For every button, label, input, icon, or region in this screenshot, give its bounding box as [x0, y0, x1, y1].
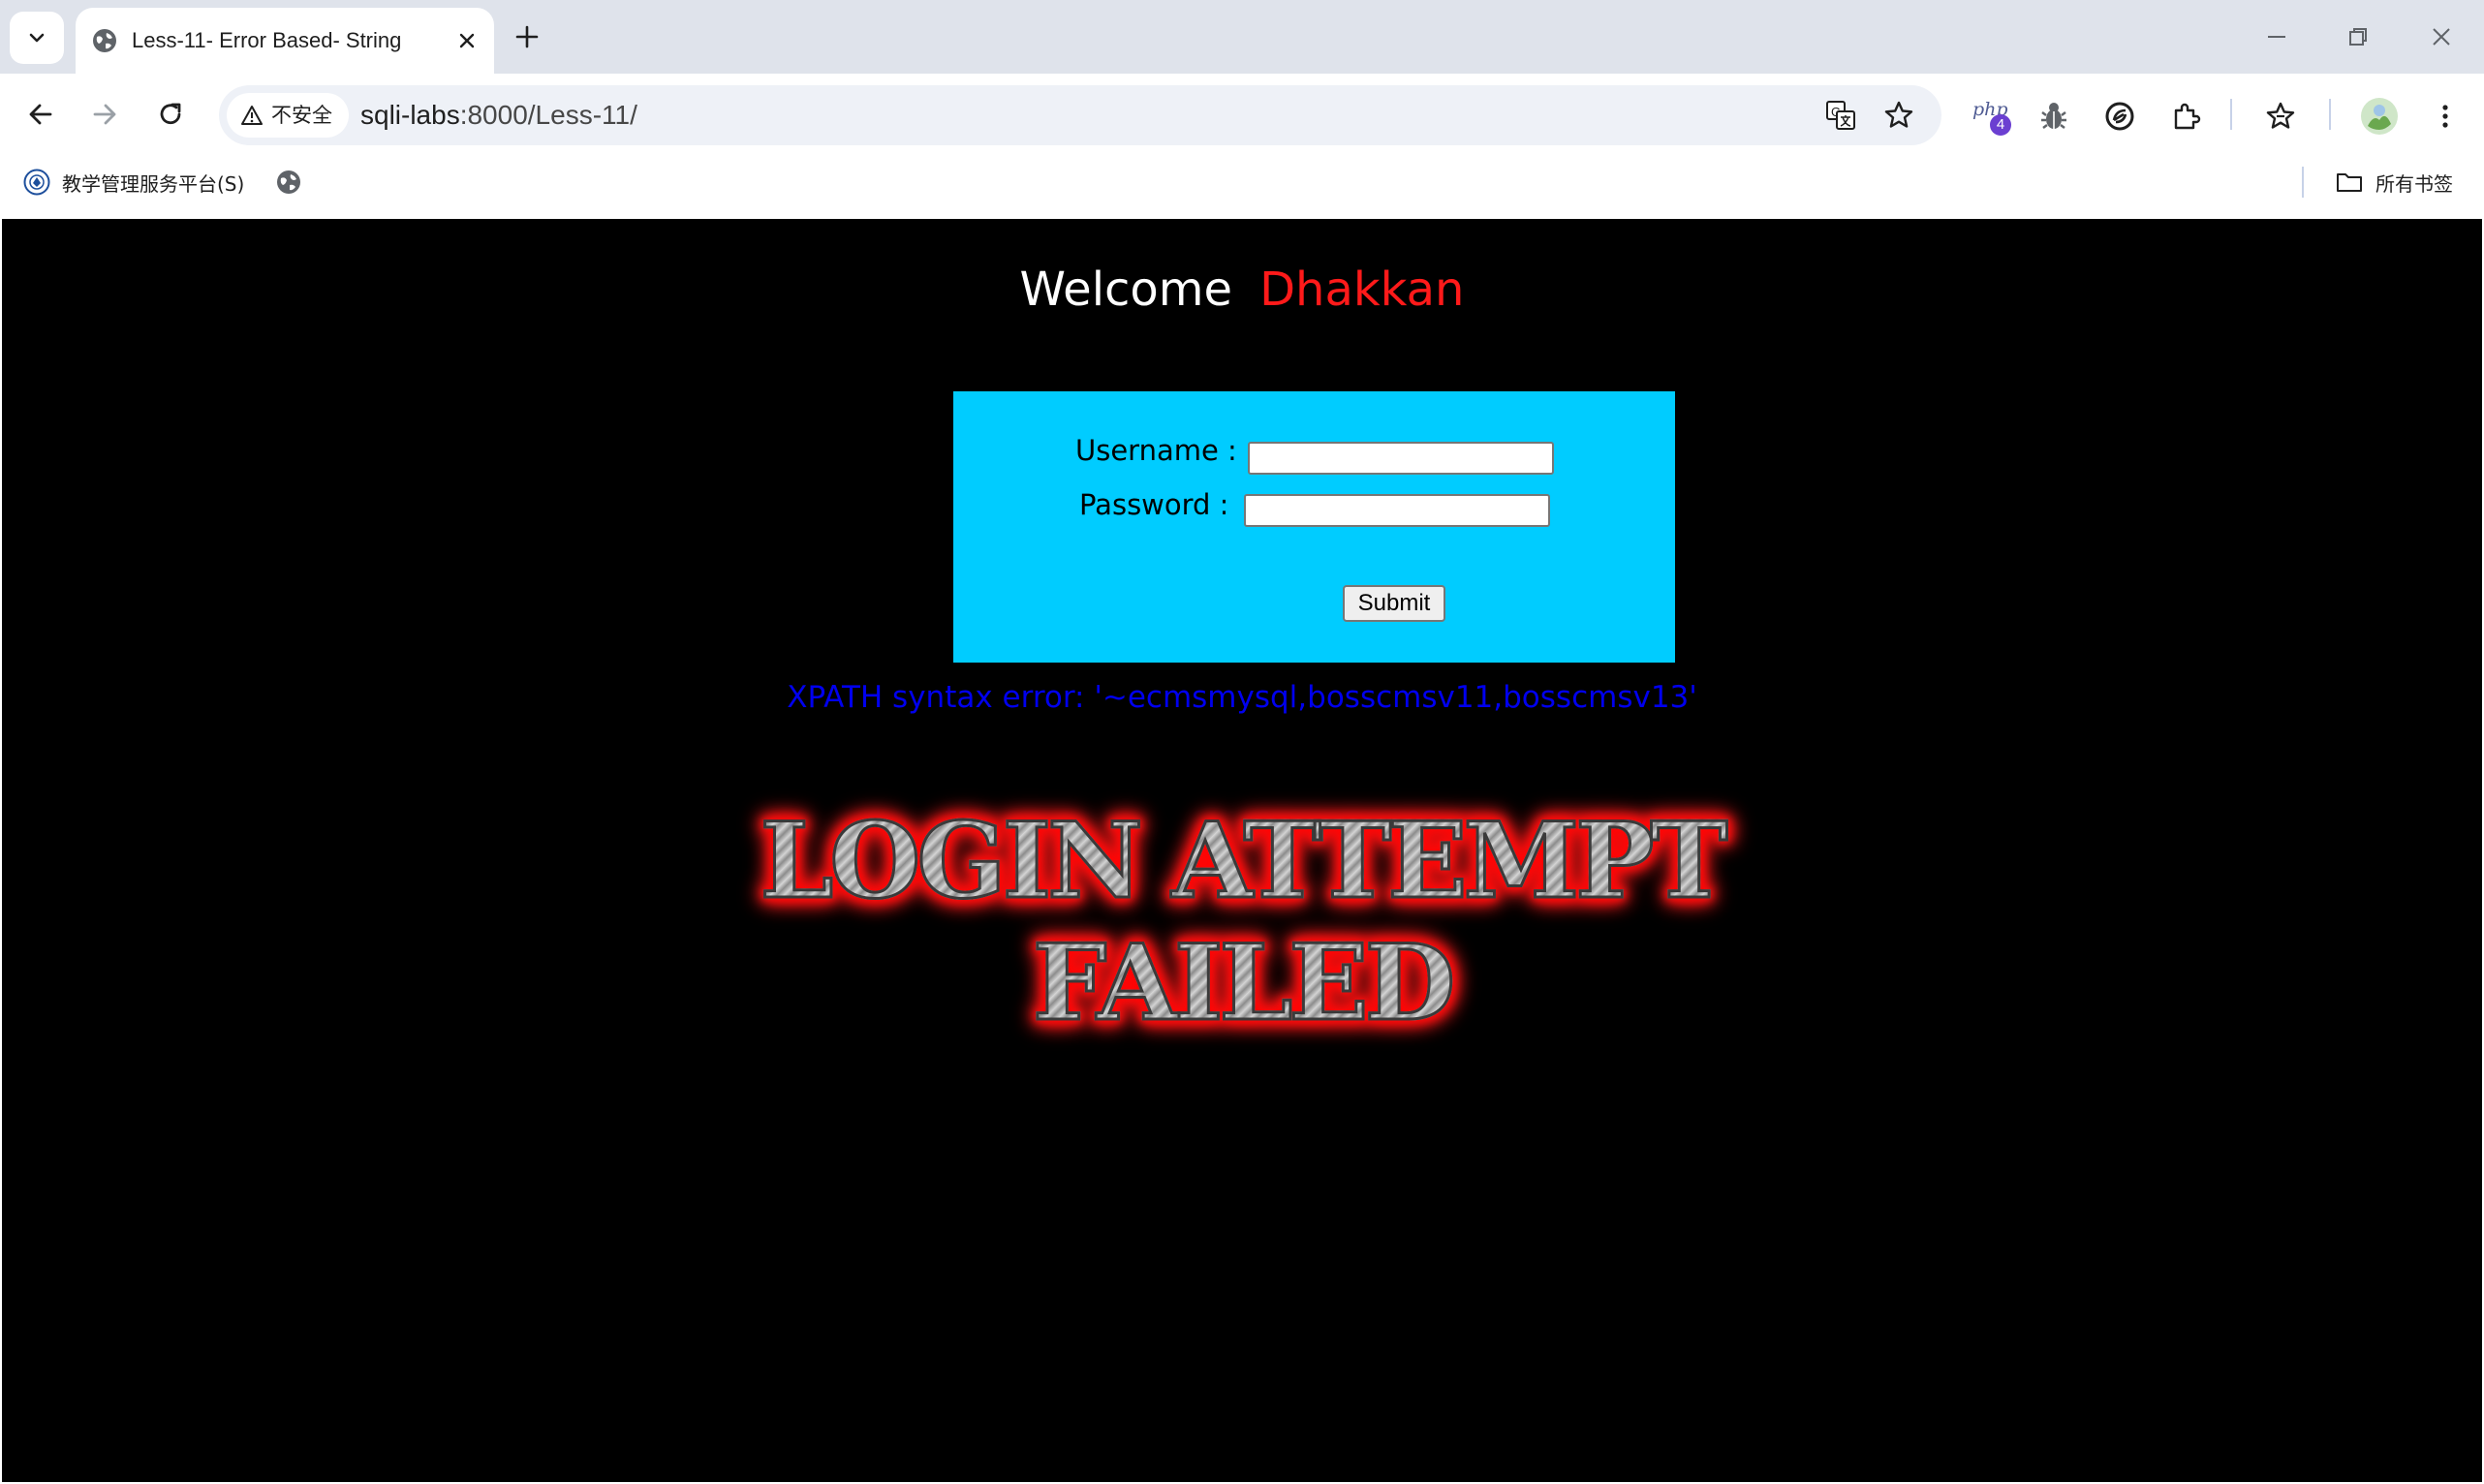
active-tab[interactable]: Less-11- Error Based- String [76, 8, 494, 74]
avatar[interactable] [2360, 97, 2399, 136]
bookmarks-separator [2302, 167, 2304, 198]
restore-icon[interactable] [2341, 19, 2375, 54]
minimize-icon[interactable] [2259, 19, 2294, 54]
url-path: :8000/Less-11/ [459, 100, 637, 130]
login-form: Username : Password : Submit [953, 391, 1675, 663]
globe-icon [277, 170, 300, 194]
username-input[interactable] [1248, 442, 1554, 475]
all-bookmarks-button[interactable]: 所有书签 [2335, 157, 2453, 207]
university-logo-icon [23, 169, 50, 196]
welcome-text: Welcome [1019, 263, 1233, 317]
security-label: 不安全 [271, 104, 332, 127]
tab-title: Less-11- Error Based- String [132, 28, 402, 52]
warning-icon [241, 106, 263, 125]
close-window-icon[interactable] [2424, 19, 2459, 54]
extension-badge: 4 [1990, 114, 2011, 136]
more-menu-icon[interactable] [2428, 99, 2463, 134]
address-bar[interactable]: 不安全 sqli-labs:8000/Less-11/ G [219, 85, 1941, 145]
security-chip[interactable]: 不安全 [227, 93, 349, 138]
vpn-extension-icon[interactable] [2102, 99, 2137, 134]
submit-button[interactable]: Submit [1343, 585, 1445, 622]
toolbar-separator [2329, 99, 2331, 130]
bookmark-globe-item[interactable] [275, 157, 302, 207]
php-extension-icon[interactable]: php 4 [1972, 97, 2015, 136]
bookmarks-bar: 教学管理服务平台(S) 所有书签 [0, 157, 2484, 219]
bookmark-star-icon[interactable] [1881, 98, 1916, 133]
back-icon[interactable] [21, 95, 60, 134]
reading-list-icon[interactable] [2263, 99, 2298, 134]
extensions-puzzle-icon[interactable] [2168, 99, 2203, 134]
welcome-user: Dhakkan [1259, 263, 1465, 317]
tab-strip: Less-11- Error Based- String [0, 0, 2484, 74]
bookmark-label: 教学管理服务平台(S) [62, 171, 245, 196]
password-input[interactable] [1244, 494, 1550, 527]
login-failed-banner: LOGIN ATTEMPT FAILED [2, 799, 2482, 1046]
url-host: sqli-labs [360, 100, 460, 130]
close-icon[interactable] [455, 29, 479, 52]
toolbar: 不安全 sqli-labs:8000/Less-11/ G php 4 [0, 74, 2484, 157]
banner-line-1: LOGIN ATTEMPT [759, 799, 1729, 924]
page-content: Welcome Dhakkan Username : Password : Sub… [2, 219, 2482, 1482]
chevron-down-icon [29, 33, 45, 43]
bug-icon[interactable] [2036, 99, 2071, 134]
url-text[interactable]: sqli-labs:8000/Less-11/ [360, 85, 637, 145]
all-bookmarks-label: 所有书签 [2375, 171, 2453, 196]
bookmark-item[interactable]: 教学管理服务平台(S) [23, 157, 244, 207]
folder-icon [2337, 173, 2362, 192]
welcome-heading: Welcome Dhakkan [2, 263, 2482, 317]
password-label: Password : [1079, 488, 1229, 521]
forward-icon[interactable] [85, 95, 124, 134]
reload-icon[interactable] [151, 95, 190, 134]
new-tab-icon[interactable] [512, 21, 543, 52]
toolbar-separator [2230, 99, 2232, 130]
tab-search-button[interactable] [10, 12, 64, 64]
translate-icon[interactable]: G [1823, 98, 1858, 133]
username-label: Username : [1075, 434, 1237, 467]
globe-icon [93, 29, 116, 52]
error-message: XPATH syntax error: '~ecmsmysql,bosscmsv… [787, 680, 1697, 715]
banner-line-2: FAILED [1031, 921, 1457, 1046]
